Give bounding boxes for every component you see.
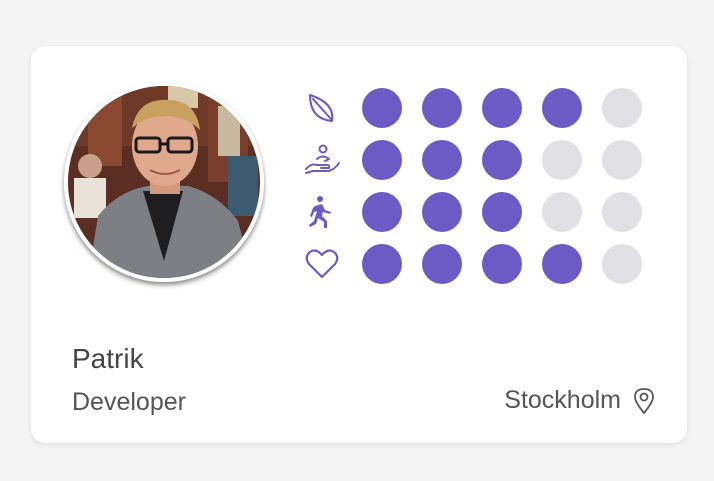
trait-row	[302, 238, 662, 290]
rating-dot-filled	[422, 88, 462, 128]
rating-dots	[362, 244, 662, 284]
leaf-icon	[302, 88, 342, 128]
rating-dot-filled	[362, 140, 402, 180]
location-label: Stockholm	[504, 386, 621, 414]
rating-dot-empty	[602, 140, 642, 180]
rating-dot-filled	[542, 244, 582, 284]
rating-dot-filled	[422, 140, 462, 180]
rating-dots	[362, 140, 662, 180]
rating-dots	[362, 88, 662, 128]
rating-dot-filled	[362, 192, 402, 232]
rating-dot-filled	[542, 88, 582, 128]
rating-dot-empty	[542, 192, 582, 232]
heart-icon	[302, 244, 342, 284]
trait-row	[302, 134, 662, 186]
rating-dots	[362, 192, 662, 232]
running-person-icon	[302, 192, 342, 232]
rating-dot-filled	[482, 192, 522, 232]
rating-dot-empty	[602, 244, 642, 284]
trait-ratings	[302, 82, 662, 290]
trait-row	[302, 82, 662, 134]
rating-dot-filled	[362, 88, 402, 128]
rating-dot-empty	[602, 88, 642, 128]
rating-dot-filled	[482, 244, 522, 284]
rating-dot-filled	[422, 244, 462, 284]
rating-dot-filled	[482, 140, 522, 180]
profile-card: Patrik Developer Stockholm	[31, 46, 687, 443]
hand-giving-icon	[302, 140, 342, 180]
profile-role: Developer	[72, 388, 186, 416]
avatar	[64, 82, 264, 282]
rating-dot-filled	[362, 244, 402, 284]
rating-dot-empty	[602, 192, 642, 232]
profile-name: Patrik	[72, 343, 144, 374]
avatar-container	[64, 82, 264, 282]
trait-row	[302, 186, 662, 238]
rating-dot-filled	[482, 88, 522, 128]
rating-dot-empty	[542, 140, 582, 180]
map-pin-icon	[633, 387, 655, 415]
profile-location: Stockholm	[504, 386, 655, 415]
rating-dot-filled	[422, 192, 462, 232]
